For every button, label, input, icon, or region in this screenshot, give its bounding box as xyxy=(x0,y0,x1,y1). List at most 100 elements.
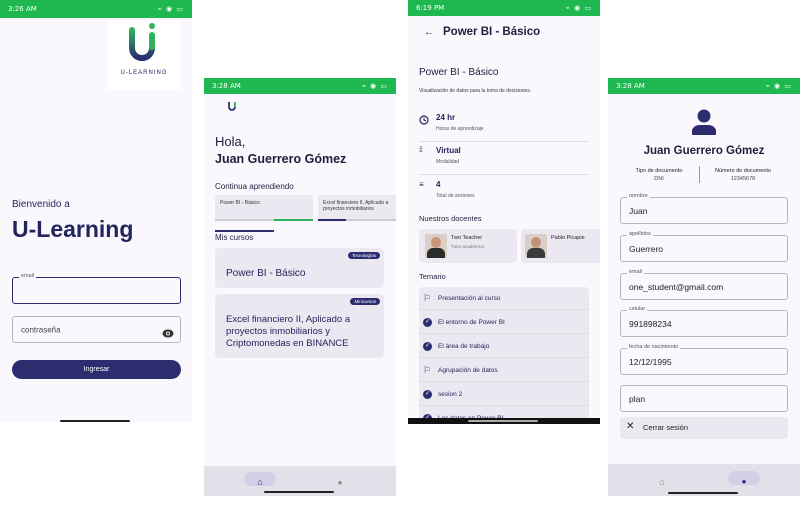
nav-profile[interactable]: ● xyxy=(728,471,760,486)
logout-button[interactable]: ✕ Cerrar sesión xyxy=(620,417,788,439)
info-value: 4 xyxy=(436,180,441,189)
login-button-label: Ingresar xyxy=(83,366,110,373)
course-badge-label: Minicursos xyxy=(354,299,376,304)
app-title: U-Learning xyxy=(12,216,134,242)
nav-home[interactable]: ⌂ xyxy=(654,472,670,487)
doc-type-label: Tipo de documento xyxy=(635,168,683,174)
status-bar: 3:26 AM ⌁ ◉ ▭ xyxy=(0,0,192,18)
syllabus-item-label: El entorno de Power BI xyxy=(438,319,505,326)
teachers-title: Nuestros docentes xyxy=(419,214,482,223)
home-icon: ⌂ xyxy=(257,477,263,487)
status-bar: 6:19 PM ⌁ ◉ ▭ xyxy=(408,0,600,16)
password-placeholder: contraseña xyxy=(21,325,61,334)
field-value: Guerrero xyxy=(629,243,664,254)
doc-number: Número de documento 12345678 xyxy=(703,168,783,182)
field-label: nombre xyxy=(627,193,650,199)
person-icon: ● xyxy=(337,478,343,487)
logo-text: U-LEARNING xyxy=(120,70,168,76)
status-icons: ⌁ ◉ ▭ xyxy=(765,82,792,90)
syllabus-list: ⚐ Presentación al curso ✓ El entorno de … xyxy=(419,287,589,424)
doc-number-value: 12345678 xyxy=(730,176,756,182)
syllabus-item[interactable]: ⚐ Agrupación de datos xyxy=(419,359,589,382)
doc-number-label: Número de documento xyxy=(715,168,771,174)
nav-home[interactable]: ⌂ xyxy=(244,472,276,487)
gesture-bar xyxy=(60,420,130,422)
course-detail-screen: 6:19 PM ⌁ ◉ ▭ ← Power BI - Básico Power … xyxy=(408,0,600,424)
app-logo: U-LEARNING xyxy=(108,20,180,90)
password-field[interactable]: contraseña xyxy=(12,316,181,343)
progress-bar xyxy=(318,219,396,221)
course-card[interactable]: Minicursos Excel financiero II, Aplicado… xyxy=(215,294,384,358)
syllabus-item[interactable]: ✓ El área de trabajo xyxy=(419,335,589,358)
course-badge-label: Tecnologías xyxy=(351,253,376,258)
profile-avatar-icon xyxy=(690,108,718,141)
teacher-card[interactable]: Two Teacher Tutor académico xyxy=(419,229,517,263)
doc-type-value: DNI xyxy=(654,176,664,182)
course-title: Excel financiero II, Aplicado a proyecto… xyxy=(226,314,351,349)
profile-screen: 3:28 AM ⌁ ◉ ▭ Juan Guerrero Gómez Tipo d… xyxy=(608,78,800,496)
status-bar: 3:28 AM ⌁ ◉ ▭ xyxy=(608,78,800,94)
clock-icon xyxy=(419,115,429,125)
bottom-nav: ⌂ ● xyxy=(204,466,396,496)
surname-field[interactable]: apellidos Guerrero xyxy=(620,231,788,262)
person-icon: ● xyxy=(741,477,747,486)
email-field[interactable]: email one_student@gmail.com xyxy=(620,269,788,300)
header-title: Power BI - Básico xyxy=(443,26,541,38)
info-label: Total de sesiones xyxy=(436,193,475,199)
syllabus-item[interactable]: ✓ El entorno de Power BI xyxy=(419,311,589,334)
syllabus-item-label: Presentación al curso xyxy=(438,295,501,302)
phone-field[interactable]: celular 991898234 xyxy=(620,306,788,337)
plan-field[interactable]: plan xyxy=(620,385,788,412)
flag-icon: ⚐ xyxy=(423,293,432,303)
email-field[interactable]: email xyxy=(12,273,181,304)
status-icons: ⌁ ◉ ▭ xyxy=(361,82,388,90)
check-circle-icon: ✓ xyxy=(423,390,432,399)
syllabus-item-label: El área de trabajo xyxy=(438,343,490,350)
field-value: 991898234 xyxy=(629,318,672,329)
continue-card[interactable]: Power BI - Básico xyxy=(215,195,313,232)
eye-icon[interactable] xyxy=(162,325,174,343)
list-icon: ≡ xyxy=(419,180,424,189)
syllabus-item[interactable]: ✓ sesion 2 xyxy=(419,383,589,406)
status-time: 3:28 AM xyxy=(212,82,241,90)
home-icon: ⌂ xyxy=(659,477,665,487)
name-field[interactable]: nombre Juan xyxy=(620,193,788,224)
status-time: 3:26 AM xyxy=(8,5,37,13)
field-label: apellidos xyxy=(627,231,653,237)
nav-profile[interactable]: ● xyxy=(332,472,348,487)
teacher-card[interactable]: Pablo Picapie xyxy=(521,229,600,263)
info-modality: ⁞⁞⁞ Virtual Modalidad xyxy=(419,145,589,175)
continue-card[interactable]: Excel financiero II, Aplicado a proyecto… xyxy=(318,195,396,221)
syllabus-item-label: Agrupación de datos xyxy=(438,367,498,374)
field-value: Juan xyxy=(629,205,648,216)
field-value: one_student@gmail.com xyxy=(629,281,724,292)
course-badge: Minicursos xyxy=(350,298,380,305)
login-button[interactable]: Ingresar xyxy=(12,360,181,379)
course-card[interactable]: Tecnologías Power BI - Básico xyxy=(215,248,384,288)
status-bar: 3:28 AM ⌁ ◉ ▭ xyxy=(204,78,396,94)
field-value: 12/12/1995 xyxy=(629,356,672,367)
gesture-bar xyxy=(468,420,538,422)
doc-divider xyxy=(699,166,700,183)
close-icon: ✕ xyxy=(626,421,635,432)
greeting-text: Hola, xyxy=(215,134,246,149)
progress-bar xyxy=(215,219,313,232)
syllabus-item[interactable]: ⚐ Presentación al curso xyxy=(419,287,589,310)
back-arrow-icon[interactable]: ← xyxy=(424,27,434,38)
field-label: fecha de nacimiento xyxy=(627,344,681,350)
field-value: plan xyxy=(629,393,646,404)
info-label: Modalidad xyxy=(436,159,460,165)
flag-icon: ⚐ xyxy=(423,365,432,375)
continue-card-label: Excel financiero II, Aplicado a proyecto… xyxy=(323,200,389,212)
teacher-name: Pablo Picapie xyxy=(551,235,585,241)
continue-section-title: Continua aprendiendo xyxy=(215,182,294,191)
doc-type: Tipo de documento DNI xyxy=(620,168,698,182)
teacher-avatar xyxy=(525,234,547,258)
birthdate-field[interactable]: fecha de nacimiento 12/12/1995 xyxy=(620,344,788,375)
gesture-bar xyxy=(264,491,334,493)
field-label: email xyxy=(627,269,645,275)
status-time: 3:28 AM xyxy=(616,82,645,90)
info-hours: 24 hr Horas de aprendizaje xyxy=(419,112,589,142)
email-label: email xyxy=(19,273,37,279)
bottom-nav: ⌂ ● xyxy=(608,464,800,496)
